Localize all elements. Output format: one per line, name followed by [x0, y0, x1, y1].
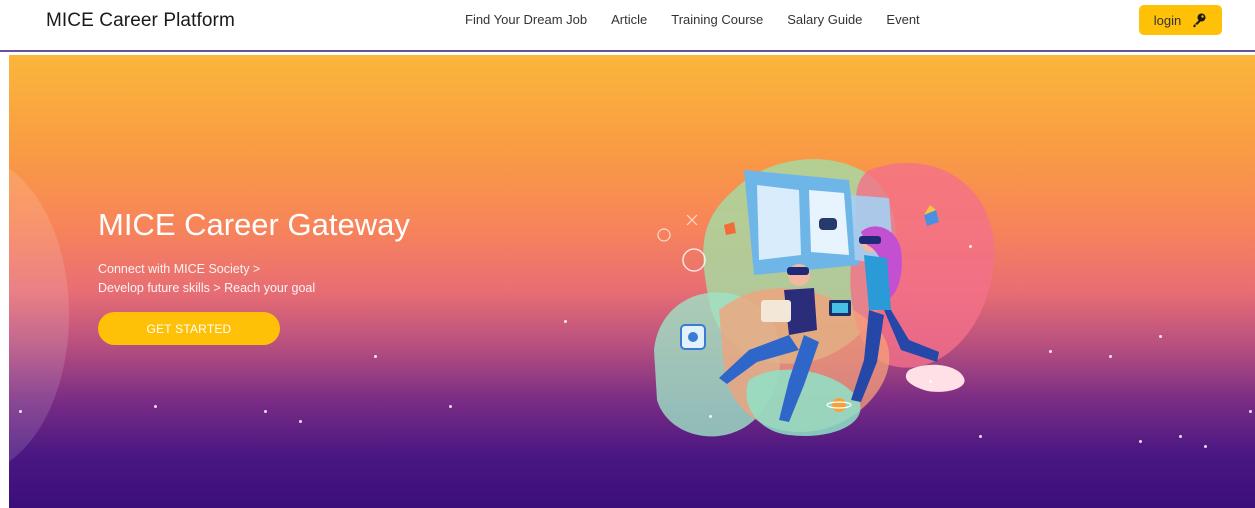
- star-decoration: [264, 410, 267, 413]
- decorative-halo: [9, 155, 69, 475]
- star-decoration: [299, 420, 302, 423]
- star-decoration: [929, 380, 932, 383]
- star-decoration: [1049, 350, 1052, 353]
- star-decoration: [1204, 445, 1207, 448]
- nav-article[interactable]: Article: [611, 12, 647, 27]
- star-decoration: [154, 405, 157, 408]
- top-navbar: MICE Career Platform Find Your Dream Job…: [0, 0, 1255, 52]
- main-nav: Find Your Dream Job Article Training Cou…: [465, 12, 944, 27]
- star-decoration: [1109, 355, 1112, 358]
- nav-training-course[interactable]: Training Course: [671, 12, 763, 27]
- star-decoration: [1179, 435, 1182, 438]
- brand-logo-text[interactable]: MICE Career Platform: [46, 10, 235, 32]
- nav-find-your-dream-job[interactable]: Find Your Dream Job: [465, 12, 587, 27]
- hero-subtitle: Connect with MICE Society > Develop futu…: [98, 260, 315, 298]
- star-decoration: [564, 320, 567, 323]
- star-decoration: [449, 405, 452, 408]
- hero-illustration: [654, 159, 995, 437]
- hero-subtitle-line-2: Develop future skills > Reach your goal: [98, 281, 316, 295]
- get-started-button[interactable]: GET STARTED: [98, 312, 280, 345]
- star-decoration: [374, 355, 377, 358]
- login-label: login: [1153, 12, 1182, 28]
- nav-salary-guide[interactable]: Salary Guide: [787, 12, 862, 27]
- star-decoration: [969, 245, 972, 248]
- hero-subtitle-line-1: Connect with MICE Society >: [98, 262, 261, 276]
- star-decoration: [979, 435, 982, 438]
- star-decoration: [19, 410, 22, 413]
- login-button[interactable]: login: [1139, 5, 1222, 35]
- star-decoration: [1139, 440, 1142, 443]
- star-decoration: [1249, 410, 1252, 413]
- key-icon: [1193, 13, 1206, 28]
- hero-banner: MICE Career Gateway Connect with MICE So…: [9, 55, 1255, 508]
- star-decoration: [709, 415, 712, 418]
- star-decoration: [1159, 335, 1162, 338]
- hero-title: MICE Career Gateway: [98, 207, 410, 242]
- nav-event[interactable]: Event: [886, 12, 919, 27]
